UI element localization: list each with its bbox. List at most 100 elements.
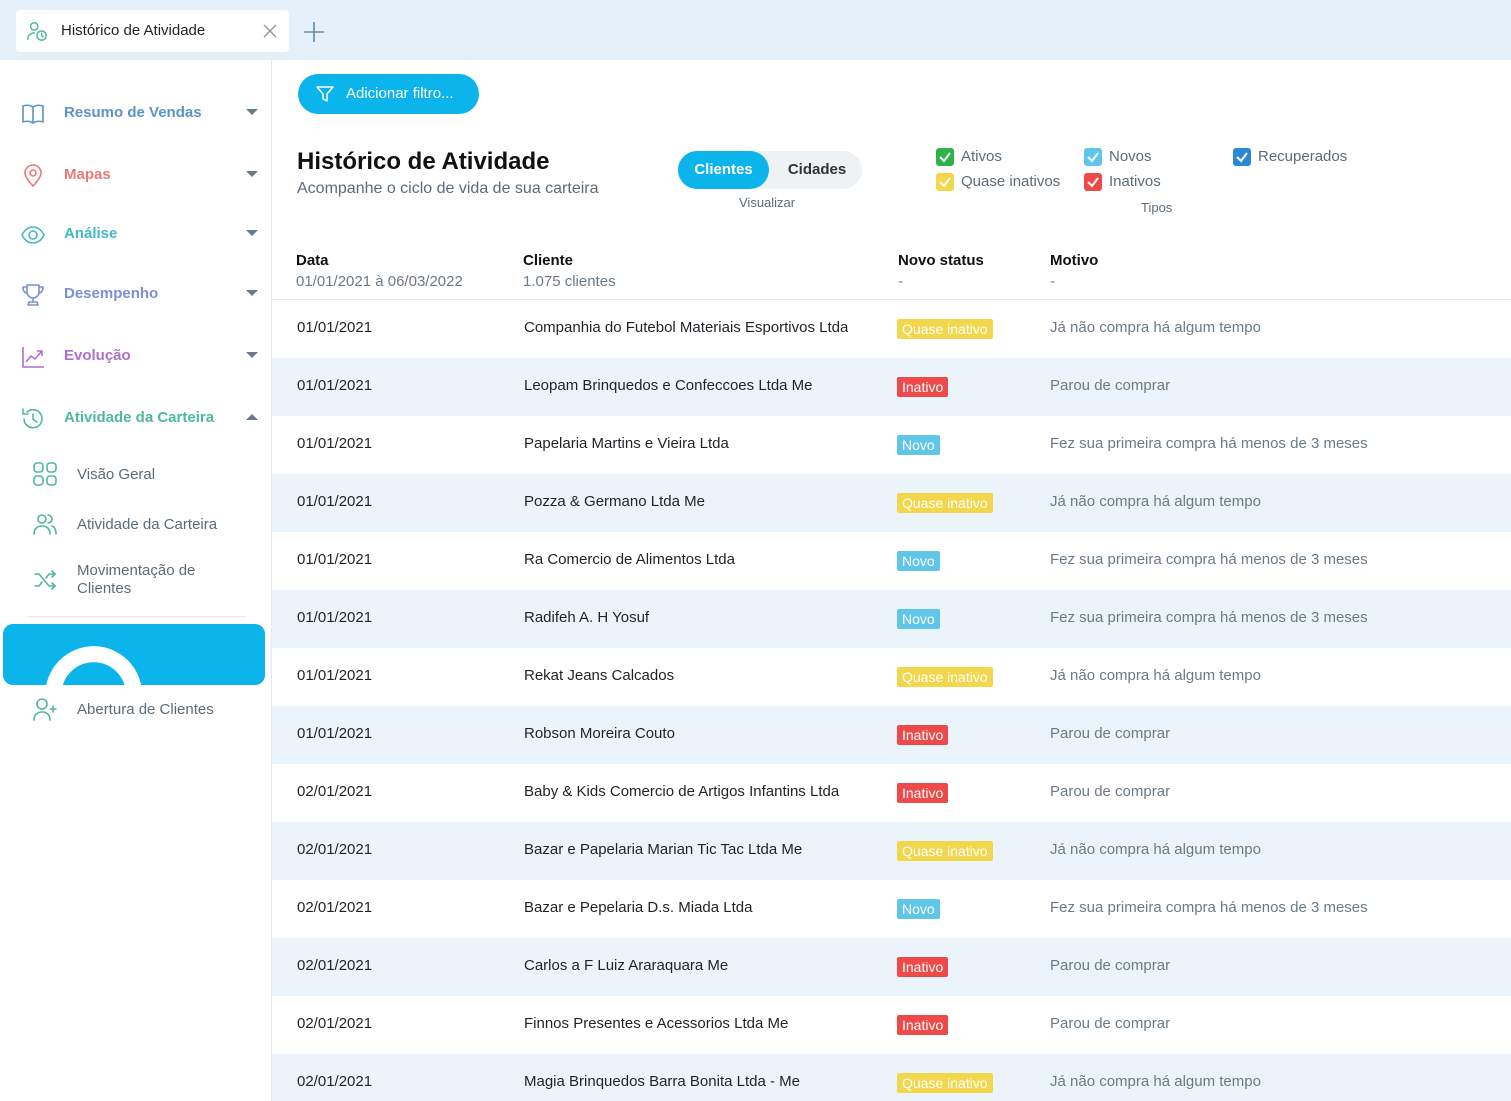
checkbox[interactable] bbox=[1084, 173, 1102, 191]
table-row[interactable]: 02/01/2021 Bazar e Papelaria Marian Tic T… bbox=[272, 822, 1511, 880]
row-motivo: Já não compra há algum tempo bbox=[1050, 841, 1261, 858]
grid-icon bbox=[33, 462, 57, 486]
divider bbox=[28, 616, 246, 617]
sidebar-item-evolucao[interactable]: Evolução bbox=[0, 336, 272, 376]
sidebar-item-atividade-da-carteira[interactable]: Atividade da Carteira bbox=[0, 398, 272, 438]
check-icon bbox=[1236, 152, 1248, 163]
sidebar-item-label: Desempenho bbox=[64, 285, 159, 302]
checkbox[interactable] bbox=[936, 173, 954, 191]
view-option-clientes[interactable]: Clientes bbox=[678, 151, 769, 189]
row-motivo: Já não compra há algum tempo bbox=[1050, 319, 1261, 336]
sidebar-subitem-historico-de-atividade[interactable]: Histórico de Atividade bbox=[3, 624, 265, 926]
page-subtitle: Acompanhe o ciclo de vida de sua carteir… bbox=[297, 180, 599, 197]
main-content: Adicionar filtro... Histórico de Ativida… bbox=[272, 60, 1511, 1101]
status-badge: Quase inativo bbox=[897, 667, 993, 687]
row-client: Rekat Jeans Calcados bbox=[524, 667, 675, 684]
column-header-motivo[interactable]: Motivo bbox=[1050, 252, 1098, 269]
sidebar-item-resumo-de-vendas[interactable]: Resumo de Vendas bbox=[0, 93, 272, 133]
status-badge: Quase inativo bbox=[897, 493, 993, 513]
table-row[interactable]: 01/01/2021 Companhia do Futebol Materiais… bbox=[272, 300, 1511, 358]
column-subheader-data: 01/01/2021 à 06/03/2022 bbox=[296, 273, 463, 290]
sidebar-subitem-abertura-de-clientes[interactable]: Abertura de Clientes bbox=[0, 695, 272, 725]
chevron-down-icon bbox=[246, 109, 258, 115]
table-row[interactable]: 01/01/2021 Ra Comercio de Alimentos Ltda N… bbox=[272, 532, 1511, 590]
sidebar-item-desempenho[interactable]: Desempenho bbox=[0, 274, 272, 314]
user-clock-icon bbox=[15, 646, 243, 864]
row-motivo: Parou de comprar bbox=[1050, 725, 1171, 742]
sidebar-item-label: Análise bbox=[64, 225, 118, 242]
checkbox[interactable] bbox=[1233, 148, 1251, 166]
row-client: Leopam Brinquedos e Confeccoes Ltda Me bbox=[524, 377, 813, 394]
table-row[interactable]: 01/01/2021 Radifeh A. H Yosuf Novo Fez sua … bbox=[272, 590, 1511, 648]
close-icon[interactable] bbox=[262, 23, 278, 39]
sidebar-item-analise[interactable]: Análise bbox=[0, 214, 272, 254]
column-subheader-novo-status: - bbox=[898, 273, 903, 290]
column-subheader-cliente: 1.075 clientes bbox=[523, 273, 616, 290]
row-date: 02/01/2021 bbox=[297, 957, 373, 974]
sidebar-subitem-atividade-da-carteira[interactable]: Atividade da Carteira bbox=[0, 510, 272, 540]
row-client: Pozza & Germano Ltda Me bbox=[524, 493, 705, 510]
status-badge: Novo bbox=[897, 609, 940, 629]
check-icon bbox=[939, 177, 951, 188]
row-date: 01/01/2021 bbox=[297, 551, 373, 568]
users-icon bbox=[33, 514, 57, 535]
view-toggle: Clientes Cidades bbox=[677, 151, 862, 189]
table-row[interactable]: 02/01/2021 Bazar e Pepelaria D.s. Miada L… bbox=[272, 880, 1511, 938]
row-motivo: Já não compra há algum tempo bbox=[1050, 493, 1261, 510]
add-filter-button[interactable]: Adicionar filtro... bbox=[298, 74, 479, 114]
chevron-down-icon bbox=[246, 290, 258, 296]
trophy-icon bbox=[22, 284, 44, 306]
plus-icon[interactable] bbox=[303, 21, 325, 43]
status-badge: Quase inativo bbox=[897, 1073, 993, 1093]
row-client: Papelaria Martins e Vieira Ltda bbox=[524, 435, 729, 452]
tab-bar: Histórico de Atividade bbox=[0, 0, 1511, 60]
sidebar-subitem-visao-geral[interactable]: Visão Geral bbox=[0, 460, 272, 490]
table-row[interactable]: 01/01/2021 Rekat Jeans Calcados Quase inat… bbox=[272, 648, 1511, 706]
column-header-novo-status[interactable]: Novo status bbox=[898, 252, 984, 269]
sidebar-item-label: Resumo de Vendas bbox=[64, 104, 202, 121]
table-row[interactable]: 02/01/2021 Finnos Presentes e Acessorios … bbox=[272, 996, 1511, 1054]
status-badge: Inativo bbox=[897, 957, 949, 977]
sidebar-subitem-label: Visão Geral bbox=[77, 466, 156, 483]
row-motivo: Já não compra há algum tempo bbox=[1050, 667, 1261, 684]
row-date: 02/01/2021 bbox=[297, 1015, 373, 1032]
status-badge: Quase inativo bbox=[897, 841, 993, 861]
sidebar-subitem-label: Atividade da Carteira bbox=[77, 516, 218, 533]
label-line-1: Histórico de bbox=[3, 891, 88, 908]
page-title: Histórico de Atividade bbox=[297, 148, 550, 175]
table-row[interactable]: 01/01/2021 Pozza & Germano Ltda Me Quase i… bbox=[272, 474, 1511, 532]
sidebar-subitem-label: Histórico de Atividade bbox=[3, 891, 265, 927]
row-date: 01/01/2021 bbox=[297, 377, 373, 394]
table-row[interactable]: 01/01/2021 Papelaria Martins e Vieira Ltd… bbox=[272, 416, 1511, 474]
chevron-down-icon bbox=[246, 171, 258, 177]
status-badge: Novo bbox=[897, 899, 940, 919]
row-date: 01/01/2021 bbox=[297, 493, 373, 510]
row-motivo: Fez sua primeira compra há menos de 3 me… bbox=[1050, 435, 1368, 452]
table-row[interactable]: 02/01/2021 Baby & Kids Comercio de Artigo… bbox=[272, 764, 1511, 822]
chevron-down-icon bbox=[246, 352, 258, 358]
tab-historico[interactable]: Histórico de Atividade bbox=[16, 10, 289, 52]
row-client: Magia Brinquedos Barra Bonita Ltda - Me bbox=[524, 1073, 800, 1090]
table-row[interactable]: 02/01/2021 Carlos a F Luiz Araraquara Me I… bbox=[272, 938, 1511, 996]
checkbox[interactable] bbox=[936, 148, 954, 166]
sidebar-item-mapas[interactable]: Mapas bbox=[0, 155, 272, 195]
type-label: Inativos bbox=[1109, 173, 1161, 190]
row-motivo: Fez sua primeira compra há menos de 3 me… bbox=[1050, 609, 1368, 626]
user-clock-icon bbox=[27, 22, 47, 41]
row-motivo: Parou de comprar bbox=[1050, 783, 1171, 800]
table-row[interactable]: 02/01/2021 Magia Brinquedos Barra Bonita … bbox=[272, 1054, 1511, 1101]
row-client: Carlos a F Luiz Araraquara Me bbox=[524, 957, 729, 974]
column-header-cliente[interactable]: Cliente bbox=[523, 252, 573, 269]
status-badge: Novo bbox=[897, 551, 940, 571]
checkbox[interactable] bbox=[1084, 148, 1102, 166]
sidebar-subitem-movimentacao-de-clientes[interactable]: Movimentação de Clientes bbox=[0, 560, 272, 600]
row-motivo: Fez sua primeira compra há menos de 3 me… bbox=[1050, 899, 1368, 916]
view-option-cidades[interactable]: Cidades bbox=[772, 151, 862, 189]
column-header-data[interactable]: Data bbox=[296, 252, 329, 269]
check-icon bbox=[1087, 152, 1099, 163]
row-date: 02/01/2021 bbox=[297, 841, 373, 858]
table-row[interactable]: 01/01/2021 Leopam Brinquedos e Confeccoes… bbox=[272, 358, 1511, 416]
types-caption: Tipos bbox=[1141, 200, 1173, 215]
table-row[interactable]: 01/01/2021 Robson Moreira Couto Inativo Par… bbox=[272, 706, 1511, 764]
trend-icon bbox=[22, 347, 44, 368]
